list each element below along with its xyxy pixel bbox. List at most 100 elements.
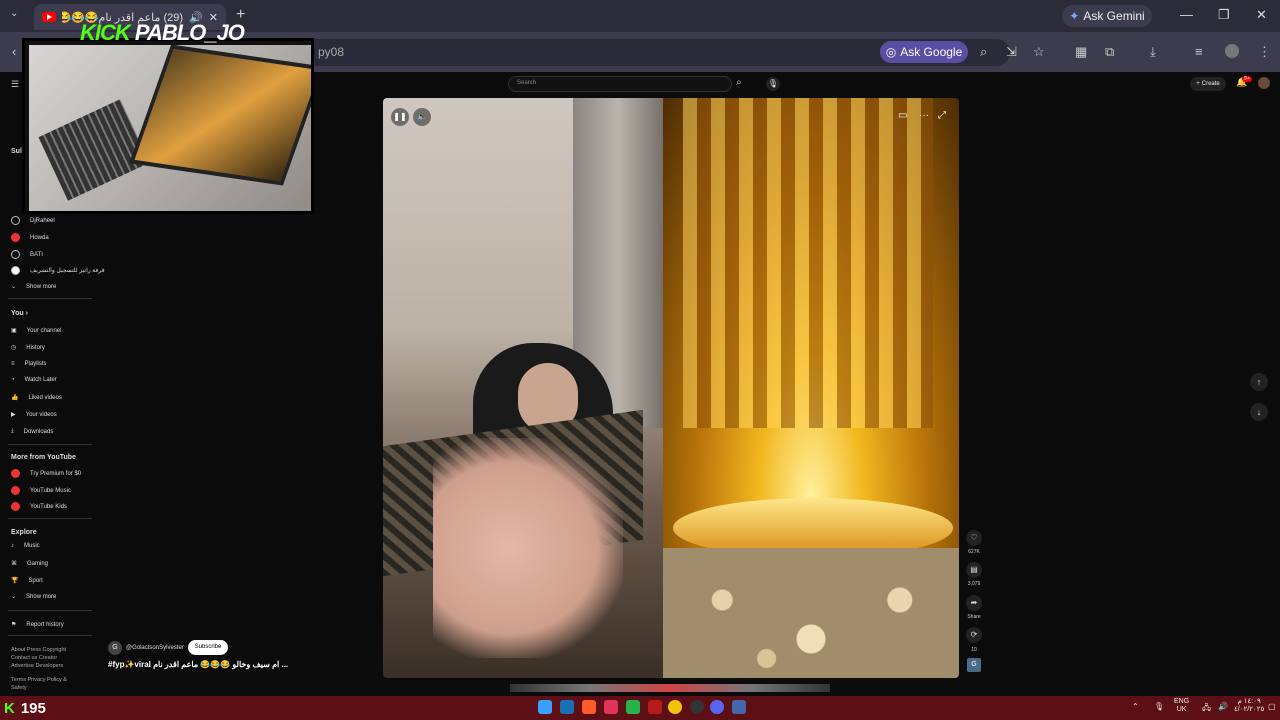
subscribe-button[interactable]: Subscribe [188, 640, 228, 655]
discord-icon[interactable] [710, 700, 724, 714]
sidebar-sub-4[interactable]: قرفة راتيز للتسجيل والتشريف [11, 266, 105, 275]
mic-tray-icon[interactable]: 🎙 [1154, 702, 1164, 711]
sidebar-your-channel[interactable]: ▣ Your channel [11, 327, 61, 335]
bookmark-star-icon[interactable]: ☆ [1033, 44, 1045, 60]
you-header[interactable]: You › [11, 310, 28, 317]
video-rubble [663, 548, 959, 678]
microphone-icon[interactable]: 🎙 [766, 77, 780, 91]
app-icon[interactable] [604, 700, 618, 714]
more-options-icon[interactable]: ··· [919, 110, 929, 121]
sidebar-sport[interactable]: 🏆 Sport [11, 577, 43, 585]
sidebar-footer-policy[interactable]: Terms Privacy Policy & Safety [11, 676, 81, 692]
sidebar-item-label: Music [24, 543, 40, 549]
sidebar-music-app[interactable]: YouTube Music [11, 486, 71, 495]
ask-google-button[interactable]: ◎ Ask Google [880, 41, 968, 63]
obs-icon[interactable] [690, 700, 704, 714]
previous-short-arrow-icon[interactable]: ↑ [1250, 373, 1268, 391]
remix-icon[interactable]: ⟳ [966, 627, 982, 643]
sidebar-show-more-explore[interactable]: ⌄ Show more [11, 593, 56, 601]
youtube-music-icon [11, 486, 20, 495]
subscriptions-header[interactable]: Sul [11, 148, 22, 155]
sidebar-music[interactable]: ♪ Music [11, 543, 40, 549]
sidebar-downloads[interactable]: ⤓ Downloads [11, 428, 53, 435]
app-blue-icon[interactable] [732, 700, 746, 714]
volume-tray-icon[interactable]: 🔊 [1218, 702, 1228, 711]
show-more-label: Show more [26, 283, 57, 290]
create-label: Create [1201, 81, 1220, 87]
video-icon: ▶ [11, 412, 16, 418]
maximize-button[interactable]: ❐ [1218, 7, 1230, 23]
back-arrow-icon[interactable]: ‹ [12, 44, 16, 59]
comment-count: 3,079 [967, 581, 981, 587]
volume-icon[interactable]: 🔈 [413, 108, 431, 126]
channel-avatar[interactable]: G [108, 641, 122, 655]
ask-gemini-button[interactable]: ✦ Ask Gemini [1062, 5, 1152, 27]
channel-name[interactable]: @GolactsonSylvester [126, 645, 184, 651]
short-caption[interactable]: #fyp✨viral ام سيف وخالو 😂😂😂 ماعم اقدر نا… [108, 660, 288, 669]
channel-avatar-icon [11, 250, 20, 259]
download-icon[interactable]: ⤓ [1150, 44, 1156, 60]
app-red-icon[interactable] [648, 700, 662, 714]
profile-avatar[interactable] [1225, 44, 1239, 58]
notification-center-icon[interactable]: ▢ [1268, 702, 1276, 711]
minimize-button[interactable]: — [1180, 7, 1193, 22]
sidebar-item-label: Your videos [25, 411, 57, 418]
sidebar-watch-later[interactable]: ◔ Watch Later [11, 377, 57, 383]
reading-list-icon[interactable]: ≡ [1195, 44, 1203, 59]
tab-list-chevron-icon[interactable]: ⌄ [10, 8, 18, 19]
sidebar-playlists[interactable]: ≡ Playlists [11, 361, 47, 367]
address-url[interactable]: py08 [318, 45, 344, 59]
sidebar-sub-1[interactable]: DjRaheel [11, 216, 55, 225]
sidebar-kids[interactable]: YouTube Kids [11, 502, 67, 511]
language-indicator[interactable]: ENG UK [1174, 698, 1189, 714]
create-button[interactable]: + Create [1190, 77, 1226, 91]
chrome-icon[interactable] [668, 700, 682, 714]
extensions-icon[interactable]: ⧉ [1105, 44, 1114, 60]
brave-icon[interactable] [582, 700, 596, 714]
sidebar-item-label: Sport [28, 577, 43, 584]
sidebar-premium[interactable]: Try Premium for $0 [11, 469, 81, 478]
sidebar-report-history[interactable]: ⚑ Report history [11, 621, 64, 629]
sidebar-show-more[interactable]: ⌄ Show more [11, 283, 57, 291]
sidebar-sub-3[interactable]: BATI [11, 250, 43, 259]
search-icon[interactable]: ⌕ [736, 77, 742, 88]
download-icon: ⤓ [11, 428, 14, 434]
webcam-monitor [129, 45, 311, 186]
comment-icon[interactable]: ▤ [966, 562, 982, 578]
network-icon[interactable]: 🖧 [1202, 702, 1211, 716]
you-header-label: You [11, 310, 24, 317]
clock[interactable]: ١٤:٠٩ م ٤/٠٢/٢٠٢٥ [1234, 698, 1264, 714]
sidebar-divider [8, 635, 92, 636]
sidebar-your-videos[interactable]: ▶ Your videos [11, 411, 57, 419]
gemini-sparkle-icon: ✦ [1069, 9, 1080, 23]
channel-avatar-icon [11, 266, 20, 275]
like-icon[interactable]: ♡ [966, 530, 982, 546]
share-icon[interactable]: ➦ [966, 595, 982, 611]
pause-icon[interactable]: ❚❚ [391, 108, 409, 126]
install-app-icon[interactable]: ⇲ [1006, 44, 1017, 60]
window-close-button[interactable]: ✕ [1256, 7, 1267, 23]
search-input[interactable]: Search [508, 76, 732, 92]
sidebar-gaming[interactable]: ⌘ Gaming [11, 560, 48, 568]
sidebar-liked-videos[interactable]: 👍 Liked videos [11, 394, 62, 402]
qr-code-icon[interactable]: ▦ [1075, 44, 1087, 60]
caption-icon[interactable]: ▭ [898, 110, 907, 121]
next-short-arrow-icon[interactable]: ↓ [1250, 403, 1268, 421]
next-short-preview[interactable] [510, 684, 830, 692]
start-windows-icon[interactable] [538, 700, 552, 714]
account-avatar[interactable] [1258, 77, 1270, 89]
sidebar-footer-links[interactable]: About Press Copyright Contact us Creator… [11, 646, 81, 670]
kick-icon: K [4, 700, 15, 717]
sound-channel-thumb[interactable]: G [967, 658, 981, 672]
shorts-video-player[interactable]: ❚❚ 🔈 ▭ ··· ⤢ [383, 98, 959, 678]
zoom-icon[interactable]: ⌕ [980, 44, 987, 60]
fullscreen-icon[interactable]: ⤢ [938, 110, 946, 121]
sidebar-history[interactable]: ◷ History [11, 344, 45, 352]
sidebar-item-label: Try Premium for $0 [30, 470, 82, 477]
chevron-up-icon[interactable]: ⌃ [1132, 702, 1139, 711]
chrome-menu-icon[interactable]: ⋮ [1258, 44, 1271, 60]
region-code: UK [1176, 706, 1187, 713]
app-green-icon[interactable] [626, 700, 640, 714]
steam-icon[interactable] [560, 700, 574, 714]
sidebar-sub-2[interactable]: Howda [11, 233, 49, 242]
